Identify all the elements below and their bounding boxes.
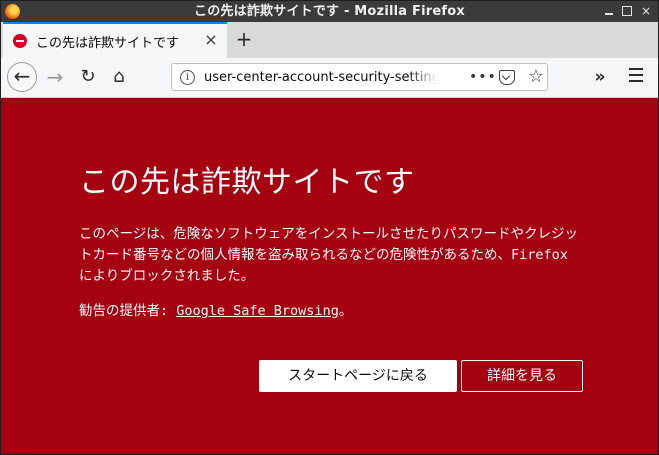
maximize-icon	[622, 6, 632, 16]
tab-strip: この先は詐欺サイトです × +	[1, 22, 658, 58]
menu-bar-line	[629, 68, 643, 70]
advisory-link[interactable]: Google Safe Browsing	[176, 303, 339, 319]
reload-button[interactable]: ↻	[74, 63, 102, 91]
url-bar[interactable]: i user-center-account-security-settings …	[171, 63, 548, 91]
new-tab-button[interactable]: +	[233, 28, 255, 50]
advisory-prefix: 勧告の提供者:	[79, 303, 177, 319]
see-details-button[interactable]: 詳細を見る	[461, 360, 583, 392]
browser-window: この先は詐欺サイトです - Mozilla Firefox × この先は詐欺サイ…	[0, 0, 659, 455]
deceptive-site-warning: この先は詐欺サイトです このページは、危険なソフトウェアをインストールさせたりパ…	[1, 98, 658, 454]
menu-bar-line	[629, 74, 643, 76]
title-bar: この先は詐欺サイトです - Mozilla Firefox ×	[1, 1, 658, 22]
go-back-button[interactable]: スタートページに戻る	[259, 360, 457, 392]
navigation-toolbar: ← → ↻ ⌂ i user-center-account-security-s…	[1, 58, 658, 98]
maximize-button[interactable]	[618, 2, 636, 20]
back-button[interactable]: ←	[7, 62, 37, 92]
forward-button[interactable]: →	[41, 63, 69, 91]
hamburger-menu-icon[interactable]	[629, 68, 643, 86]
warning-description: このページは、危険なソフトウェアをインストールさせたりパスワードやクレジットカー…	[79, 226, 578, 284]
url-fade	[408, 68, 438, 88]
advisory-line: 勧告の提供者: Google Safe Browsing。	[79, 299, 352, 319]
advisory-suffix: 。	[338, 303, 353, 319]
warning-heading: この先は詐欺サイトです	[79, 165, 415, 200]
bookmark-star-icon[interactable]: ☆	[526, 66, 546, 88]
blocked-site-icon	[13, 34, 27, 48]
page-actions-icon[interactable]: •••	[469, 68, 496, 88]
url-text[interactable]: user-center-account-security-settings	[204, 69, 436, 87]
tab-title: この先は詐欺サイトです	[36, 36, 180, 51]
home-button[interactable]: ⌂	[105, 63, 133, 91]
menu-bar-line	[629, 80, 643, 82]
minimize-icon	[605, 13, 613, 15]
tab-close-button[interactable]: ×	[201, 30, 221, 50]
minimize-button[interactable]	[600, 2, 618, 20]
site-info-icon[interactable]: i	[180, 70, 195, 85]
pocket-icon[interactable]	[499, 70, 515, 85]
window-title: この先は詐欺サイトです - Mozilla Firefox	[194, 4, 465, 19]
close-icon: ×	[640, 4, 652, 18]
toolbar-overflow-button[interactable]: »	[589, 63, 611, 91]
tab-active[interactable]: この先は詐欺サイトです ×	[3, 22, 227, 58]
close-window-button[interactable]: ×	[637, 2, 655, 20]
